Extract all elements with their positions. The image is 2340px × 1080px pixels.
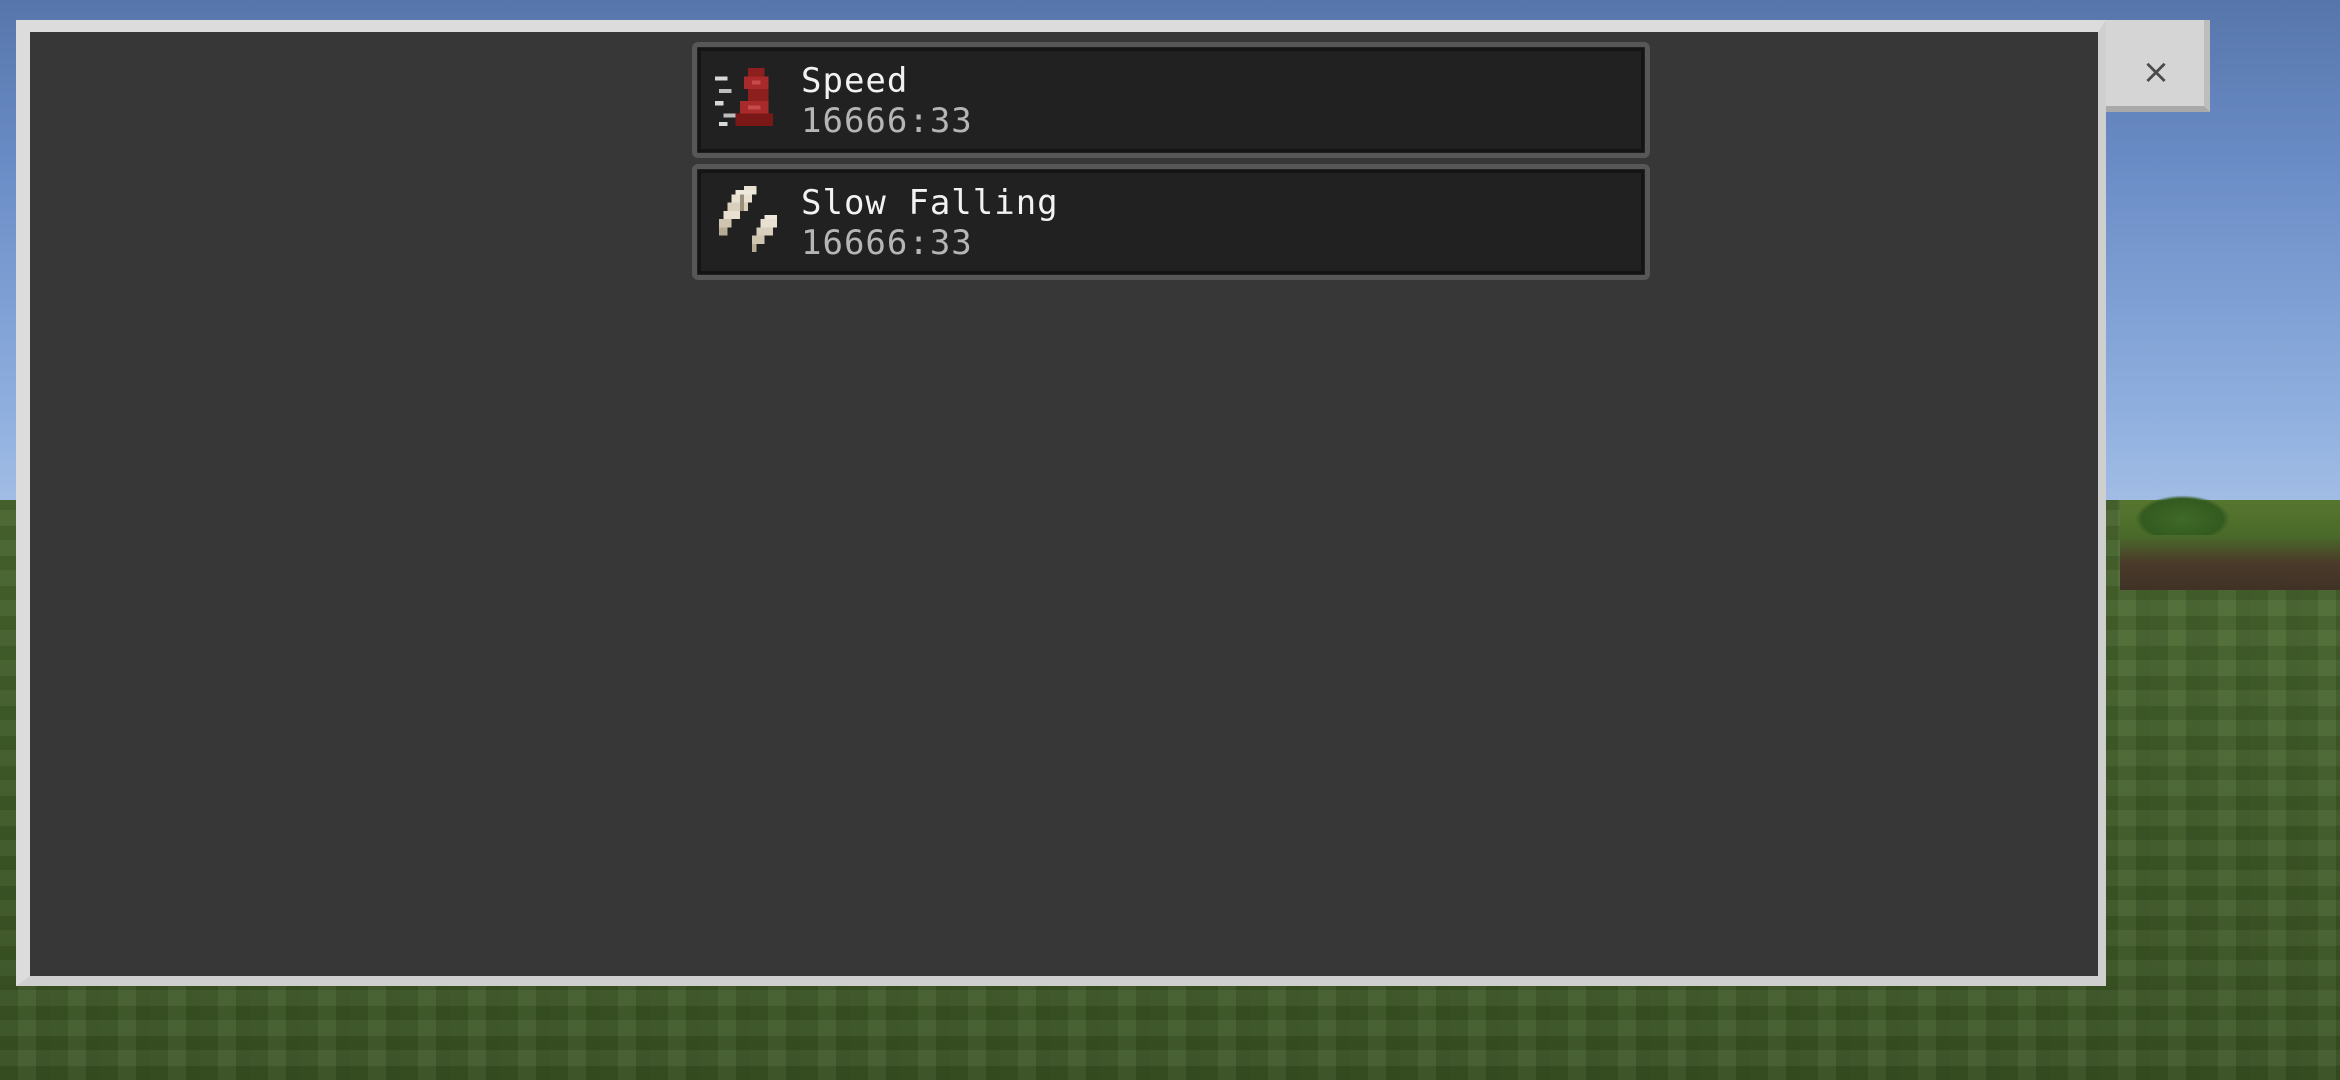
- effect-row-speed: Speed 16666:33: [692, 42, 1650, 158]
- effect-name: Speed: [801, 61, 909, 101]
- close-icon: ×: [2141, 52, 2171, 92]
- effect-row-slow-falling: Slow Falling 16666:33: [692, 164, 1650, 280]
- close-button[interactable]: ×: [2116, 32, 2196, 112]
- effect-duration: 16666:33: [801, 101, 973, 141]
- speed-boot-icon: [715, 68, 773, 126]
- effect-name: Slow Falling: [801, 183, 1059, 223]
- distant-tree: [2135, 495, 2230, 535]
- feather-icon: [719, 186, 777, 252]
- effect-list: Speed 16666:33 Slow Falling 16666:33: [692, 42, 1650, 286]
- effect-duration: 16666:33: [801, 223, 973, 263]
